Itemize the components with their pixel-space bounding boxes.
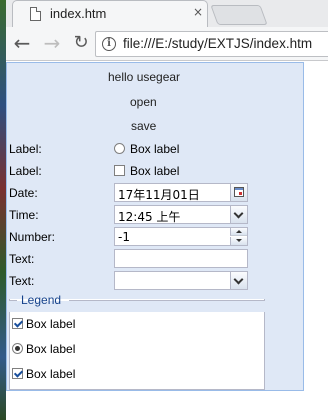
time-field[interactable]: 12:45 上午 [114, 205, 248, 224]
spin-up-button[interactable] [230, 228, 247, 236]
radio-button[interactable] [114, 143, 125, 154]
number-field[interactable]: -1 [114, 227, 248, 246]
chevron-down-icon [233, 274, 244, 285]
reload-icon[interactable]: ↻ [70, 33, 92, 55]
browser-toolbar: ← → ↻ i file:///E:/study/EXTJS/index.htm [0, 27, 328, 61]
page-viewport: hello usegear open save Label: Box label… [6, 61, 328, 420]
text-field[interactable] [114, 249, 248, 268]
number-label: Number: [9, 230, 56, 244]
fieldset-item-label[interactable]: Box label [26, 317, 75, 331]
save-button[interactable]: save [131, 119, 156, 133]
fieldset-divider [69, 300, 265, 301]
back-arrow-icon[interactable]: ← [11, 33, 33, 55]
fieldset-checkbox-2[interactable] [12, 368, 23, 379]
form-panel: hello usegear open save Label: Box label… [6, 62, 304, 391]
new-tab-button[interactable] [210, 5, 268, 25]
calendar-icon [234, 187, 244, 197]
address-bar[interactable]: i file:///E:/study/EXTJS/index.htm [95, 31, 328, 57]
date-picker-trigger[interactable] [230, 184, 247, 201]
checkbox[interactable] [114, 165, 125, 176]
caret-down-icon [236, 239, 242, 242]
info-icon[interactable]: i [102, 37, 116, 51]
tab-title: index.htm [50, 6, 107, 21]
document-icon [30, 7, 41, 21]
time-dropdown-trigger[interactable] [230, 206, 247, 223]
browser-tab-strip: index.htm × [0, 0, 328, 27]
url-text[interactable]: file:///E:/study/EXTJS/index.htm [123, 36, 312, 51]
desktop-background-strip [0, 0, 6, 420]
radio-row-label: Label: [9, 142, 42, 156]
caret-up-icon [236, 230, 242, 233]
greeting-text: hello usegear [108, 70, 181, 84]
fieldset-checkbox-1[interactable] [12, 318, 23, 329]
fieldset-divider [9, 300, 17, 301]
checkbox-box-label[interactable]: Box label [130, 164, 179, 178]
fieldset-item-label[interactable]: Box label [26, 342, 75, 356]
date-field[interactable]: 17年11月01日 [114, 183, 248, 202]
combo-label: Text: [9, 274, 35, 288]
fieldset-radio[interactable] [12, 343, 23, 354]
fieldset-item-label[interactable]: Box label [26, 367, 75, 381]
forward-arrow-icon[interactable]: → [41, 33, 63, 55]
date-label: Date: [9, 186, 38, 200]
browser-tab[interactable]: index.htm × [12, 0, 208, 27]
number-value[interactable]: -1 [118, 230, 130, 244]
time-label: Time: [9, 208, 39, 222]
fieldset-legend: Legend [21, 293, 62, 307]
close-tab-icon[interactable]: × [193, 5, 203, 19]
radio-box-label[interactable]: Box label [130, 142, 179, 156]
checkbox-row-label: Label: [9, 164, 42, 178]
open-button[interactable]: open [130, 95, 157, 109]
combo-field[interactable] [114, 271, 248, 290]
time-value[interactable]: 12:45 上午 [118, 208, 180, 225]
text-label: Text: [9, 252, 35, 266]
combo-dropdown-trigger[interactable] [230, 272, 247, 289]
date-value[interactable]: 17年11月01日 [118, 186, 200, 203]
chevron-down-icon [233, 208, 244, 219]
spin-down-button[interactable] [230, 237, 247, 245]
